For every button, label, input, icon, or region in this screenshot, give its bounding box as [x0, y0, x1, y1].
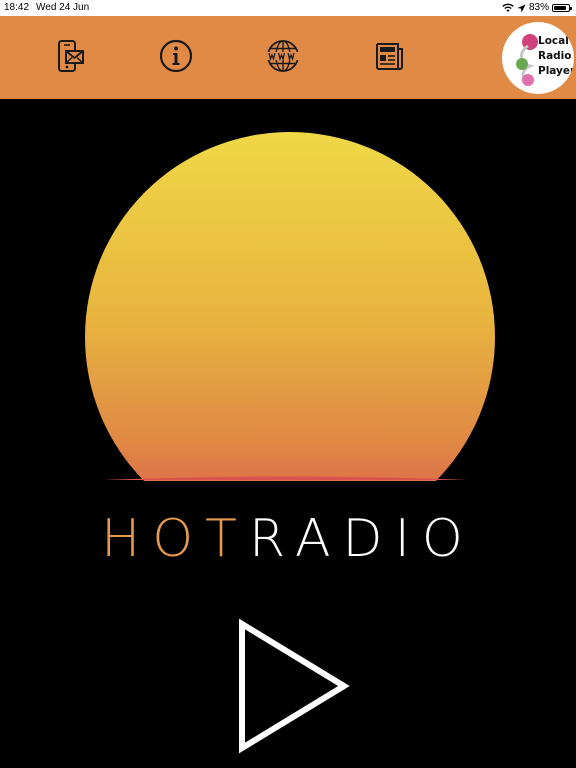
station-name-radio: RADIO: [248, 509, 475, 569]
station-name: HOTRADIO: [0, 504, 576, 574]
mobile-mail-icon: [58, 40, 84, 72]
contact-button[interactable]: [52, 38, 88, 74]
station-name-hot: HOT: [101, 509, 249, 569]
info-circle-icon: [159, 39, 193, 73]
info-button[interactable]: [158, 38, 194, 74]
local-radio-player-logo[interactable]: Local Radio Player: [502, 22, 574, 94]
sun-graphic: [85, 132, 495, 481]
status-bar: 18:42 Wed 24 Jun 83%: [0, 0, 576, 16]
newspaper-icon: [376, 43, 403, 70]
toolbar: Local Radio Player: [0, 16, 576, 99]
play-button[interactable]: [232, 616, 356, 756]
battery-level-fill: [554, 6, 566, 10]
status-indicators: 83%: [502, 0, 572, 16]
logo-text: Local Radio Player: [538, 35, 574, 77]
battery-percentage: 83%: [528, 2, 549, 13]
status-time: 18:42: [4, 2, 30, 13]
status-date: Wed 24 Jun: [36, 2, 90, 13]
website-button[interactable]: [265, 38, 301, 74]
battery-icon: [552, 4, 572, 12]
wifi-icon: [502, 3, 514, 12]
station-artwork: [85, 132, 495, 481]
news-button[interactable]: [371, 38, 407, 74]
location-arrow-icon: [517, 4, 526, 12]
play-triangle-icon: [239, 618, 350, 754]
globe-www-icon: [267, 40, 299, 72]
